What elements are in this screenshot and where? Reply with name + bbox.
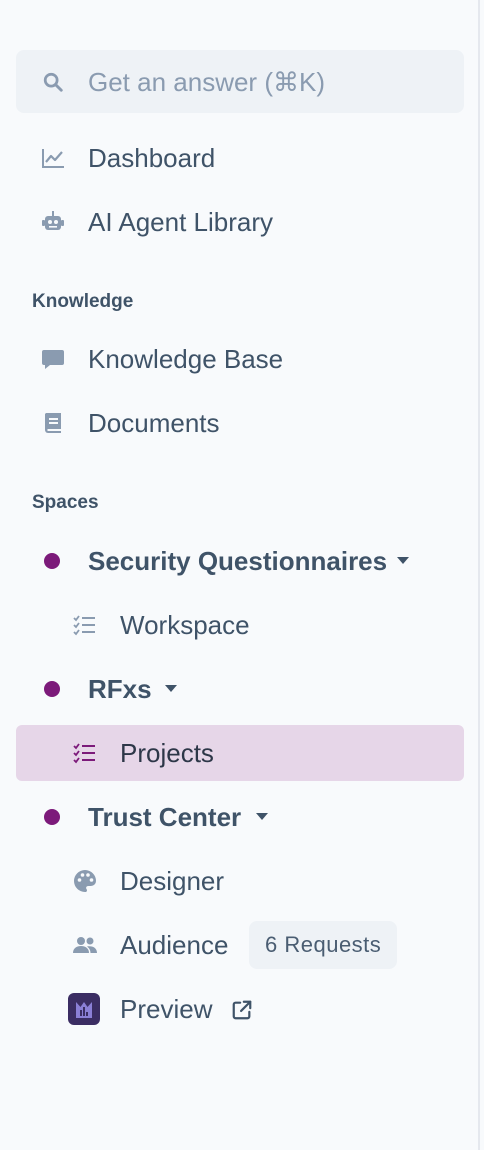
chevron-down-icon[interactable] [256, 813, 268, 820]
nav-item-workspace[interactable]: Workspace [16, 597, 464, 653]
space-label: Security Questionnaires [88, 546, 388, 576]
nav-item-label: Dashboard [88, 143, 216, 173]
nav-item-projects[interactable]: Projects [16, 725, 464, 781]
chevron-down-icon[interactable] [397, 557, 409, 564]
nav-item-label: Audience [120, 930, 229, 960]
nav-item-label: Designer [120, 866, 225, 896]
nav-item-label: Workspace [120, 610, 250, 640]
nav-item-label: Knowledge Base [88, 344, 284, 374]
nav-item-designer[interactable]: Designer [16, 853, 464, 909]
nav-item-label: Documents [88, 408, 220, 438]
users-icon [73, 937, 97, 953]
requests-badge[interactable]: 6 Requests [249, 921, 398, 969]
nav-item-label: AI Agent Library [88, 207, 273, 237]
chevron-down-icon[interactable] [165, 685, 177, 692]
space-security-questionnaires[interactable]: Security Questionnaires [16, 533, 464, 589]
nav-item-label: Projects [120, 738, 214, 768]
sidebar: Get an answer (⌘K) Dashboard AI Agent Li… [0, 0, 480, 1150]
search-input[interactable]: Get an answer (⌘K) [16, 50, 464, 113]
space-rfxs[interactable]: RFxs [16, 661, 464, 717]
checklist-icon [73, 615, 95, 636]
palette-icon [74, 870, 96, 892]
book-icon [45, 413, 61, 433]
nav-item-ai-agent-library[interactable]: AI Agent Library [16, 194, 464, 250]
space-dot-icon [44, 553, 60, 569]
nav-item-label: Preview [120, 994, 213, 1024]
chart-icon [42, 149, 64, 168]
search-icon [43, 72, 63, 92]
search-placeholder: Get an answer (⌘K) [88, 67, 325, 97]
section-heading-spaces: Spaces [32, 492, 99, 513]
section-heading-knowledge: Knowledge [32, 291, 134, 312]
robot-icon [42, 211, 64, 230]
space-label: RFxs [88, 674, 152, 704]
space-dot-icon [44, 809, 60, 825]
checklist-icon [73, 743, 95, 764]
external-link-icon[interactable] [231, 999, 253, 1021]
nav-item-dashboard[interactable]: Dashboard [16, 130, 464, 186]
space-trust-center[interactable]: Trust Center [16, 789, 464, 845]
space-label: Trust Center [88, 802, 242, 832]
nav-item-documents[interactable]: Documents [16, 395, 464, 451]
nav-item-knowledge-base[interactable]: Knowledge Base [16, 331, 464, 387]
preview-logo-icon [68, 993, 100, 1025]
comment-icon [42, 350, 64, 369]
space-dot-icon [44, 681, 60, 697]
